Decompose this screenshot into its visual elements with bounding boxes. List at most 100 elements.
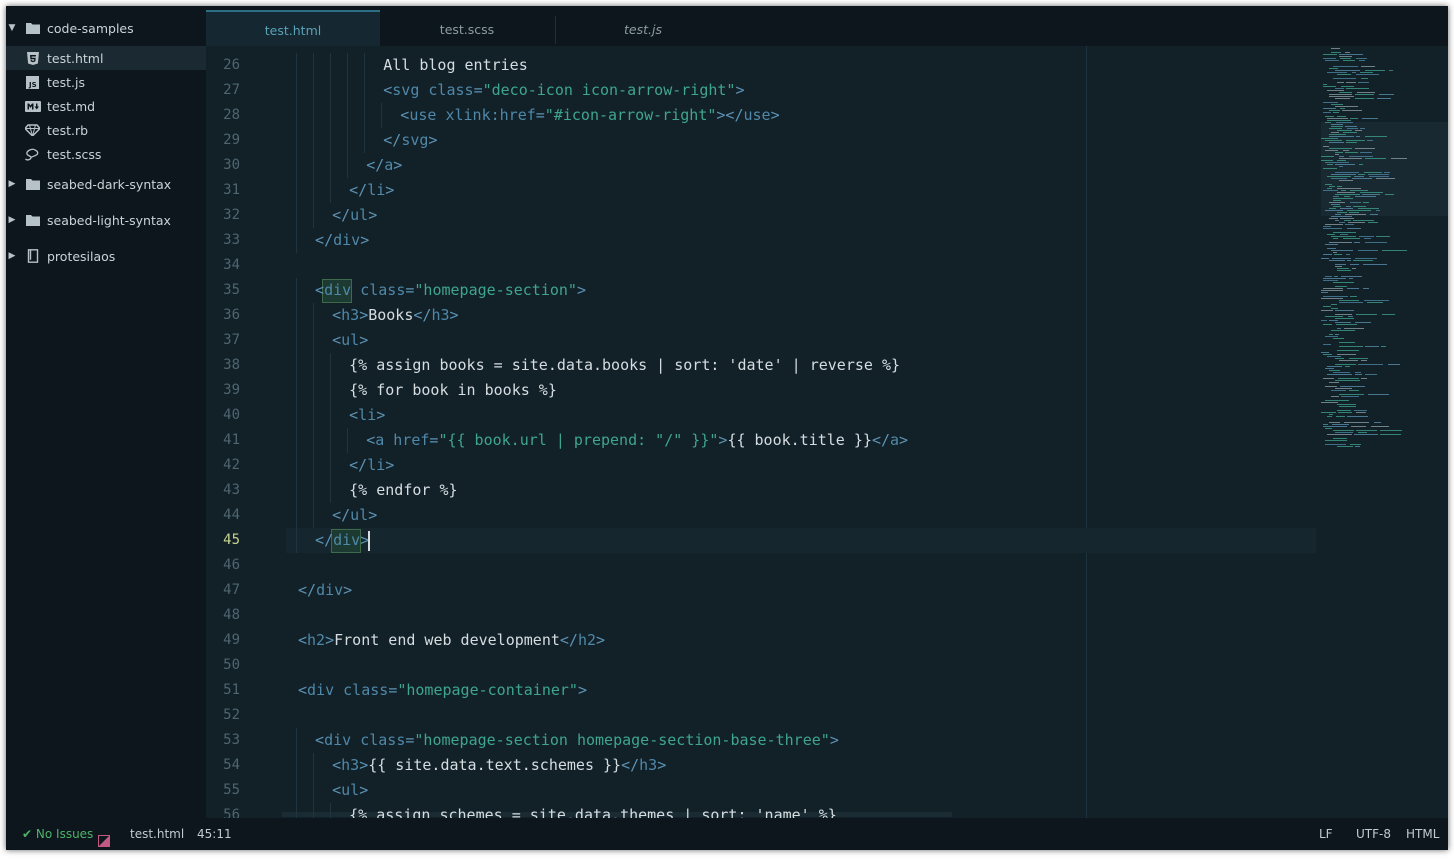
minimap-code-stroke	[1335, 310, 1354, 311]
minimap-code-stroke	[1344, 220, 1351, 221]
line-number[interactable]: 31	[206, 178, 240, 203]
line-number[interactable]: 45	[206, 528, 240, 553]
tree-file-test-html[interactable]: test.html	[6, 46, 206, 70]
code-line[interactable]: </div>	[315, 528, 369, 553]
line-number[interactable]: 43	[206, 478, 240, 503]
line-number[interactable]: 29	[206, 128, 240, 153]
code-line[interactable]: <h3>{{ site.data.text.schemes }}</h3>	[332, 753, 666, 778]
bracket-token: >	[657, 756, 667, 774]
line-number[interactable]: 55	[206, 778, 240, 803]
code-line[interactable]: <li>	[349, 403, 385, 428]
tree-file-test-js[interactable]: JS test.js	[6, 70, 206, 94]
line-number[interactable]: 56	[206, 803, 240, 818]
code-line[interactable]: <div class="homepage-section homepage-se…	[315, 728, 839, 753]
minimap-code-stroke	[1359, 236, 1374, 237]
code-line[interactable]: All blog entries	[383, 53, 528, 78]
cursor-position[interactable]: 45:11	[197, 818, 232, 850]
minimap-code-stroke	[1346, 82, 1356, 83]
minimap-code-stroke	[1333, 66, 1358, 67]
tree-folder-seabed-dark-syntax[interactable]: ▶ seabed-dark-syntax	[6, 172, 206, 196]
tree-file-test-rb[interactable]: test.rb	[6, 118, 206, 142]
minimap-code-stroke	[1358, 174, 1365, 175]
attribute-token: class	[351, 281, 406, 299]
code-line[interactable]: </div>	[315, 228, 369, 253]
line-number[interactable]: 36	[206, 303, 240, 328]
status-file-name[interactable]: test.html	[130, 818, 184, 850]
tree-file-test-md[interactable]: test.md	[6, 94, 206, 118]
minimap[interactable]	[1321, 46, 1448, 818]
minimap-code-stroke	[1321, 298, 1343, 299]
code-editor[interactable]: 26 All blog entries 27 <svg class="deco-ico…	[206, 46, 1448, 818]
code-line[interactable]: {% assign schemes = site.data.themes | s…	[349, 803, 837, 818]
line-number[interactable]: 37	[206, 328, 240, 353]
bracket-token: >	[385, 181, 395, 199]
line-number[interactable]: 35	[206, 278, 240, 303]
code-line[interactable]: <div class="homepage-container">	[298, 678, 587, 703]
code-line[interactable]: </ul>	[332, 203, 377, 228]
grammar-selector[interactable]: HTML	[1406, 818, 1439, 850]
code-line[interactable]: <h2>Front end web development</h2>	[298, 628, 605, 653]
minimap-code-stroke	[1374, 422, 1381, 423]
code-line[interactable]: <ul>	[332, 328, 368, 353]
line-number[interactable]: 38	[206, 353, 240, 378]
indent-guide	[313, 103, 315, 128]
line-number[interactable]: 34	[206, 253, 240, 278]
line-number[interactable]: 27	[206, 78, 240, 103]
line-number[interactable]: 44	[206, 503, 240, 528]
minimap-code-stroke	[1355, 446, 1360, 447]
code-line[interactable]: </a>	[366, 153, 402, 178]
code-line[interactable]: <svg class="deco-icon icon-arrow-right">	[383, 78, 744, 103]
line-ending[interactable]: LF	[1319, 818, 1333, 850]
tree-file-test-scss[interactable]: test.scss	[6, 142, 206, 166]
line-number[interactable]: 49	[206, 628, 240, 653]
line-number[interactable]: 51	[206, 678, 240, 703]
code-line[interactable]: </li>	[349, 178, 394, 203]
minimap-code-stroke	[1325, 150, 1338, 151]
line-number[interactable]: 39	[206, 378, 240, 403]
code-line[interactable]: <a href="{{ book.url | prepend: "/" }}">…	[366, 428, 908, 453]
tag-name-token: h3	[431, 306, 450, 324]
bracket-token: >	[596, 631, 606, 649]
line-number[interactable]: 54	[206, 753, 240, 778]
tab-test-scss[interactable]: test.scss	[380, 12, 554, 46]
tab-test-html[interactable]: test.html	[206, 10, 380, 48]
line-number[interactable]: 32	[206, 203, 240, 228]
linter-status[interactable]: ✔ No Issues	[22, 818, 93, 850]
git-diff-icon[interactable]	[98, 827, 110, 847]
code-line[interactable]: </div>	[298, 578, 352, 603]
line-number[interactable]: 50	[206, 653, 240, 678]
file-encoding[interactable]: UTF-8	[1356, 818, 1391, 850]
line-number[interactable]: 48	[206, 603, 240, 628]
code-line[interactable]: </svg>	[383, 128, 437, 153]
line-number[interactable]: 33	[206, 228, 240, 253]
tree-folder-protesilaos[interactable]: ▶ protesilaos	[6, 244, 206, 268]
line-number[interactable]: 26	[206, 53, 240, 78]
line-number[interactable]: 46	[206, 553, 240, 578]
code-line[interactable]: <ul>	[332, 778, 368, 803]
line-number[interactable]: 47	[206, 578, 240, 603]
minimap-code-stroke	[1341, 276, 1362, 277]
line-number[interactable]: 42	[206, 453, 240, 478]
tree-file-label: test.rb	[47, 122, 89, 138]
line-number[interactable]: 40	[206, 403, 240, 428]
attribute-token: class	[334, 681, 389, 699]
code-line[interactable]: </li>	[349, 453, 394, 478]
tree-folder-seabed-light-syntax[interactable]: ▶ seabed-light-syntax	[6, 208, 206, 232]
line-number[interactable]: 52	[206, 703, 240, 728]
line-number[interactable]: 28	[206, 103, 240, 128]
code-line[interactable]: </ul>	[332, 503, 377, 528]
line-number[interactable]: 41	[206, 428, 240, 453]
code-line[interactable]: {% assign books = site.data.books | sort…	[349, 353, 900, 378]
tab-test-js[interactable]: test.js	[556, 12, 730, 46]
folder-icon	[24, 20, 41, 37]
line-number[interactable]: 53	[206, 728, 240, 753]
code-line[interactable]: {% endfor %}	[349, 478, 457, 503]
line-number[interactable]: 30	[206, 153, 240, 178]
code-line[interactable]: <div class="homepage-section">	[315, 278, 586, 303]
minimap-code-stroke	[1327, 374, 1352, 375]
minimap-code-stroke	[1349, 278, 1353, 279]
code-line[interactable]: <use xlink:href="#icon-arrow-right"></us…	[400, 103, 779, 128]
code-line[interactable]: {% for book in books %}	[349, 378, 557, 403]
code-line[interactable]: <h3>Books</h3>	[332, 303, 458, 328]
tree-folder-code-samples[interactable]: ▼ code-samples	[6, 16, 206, 40]
